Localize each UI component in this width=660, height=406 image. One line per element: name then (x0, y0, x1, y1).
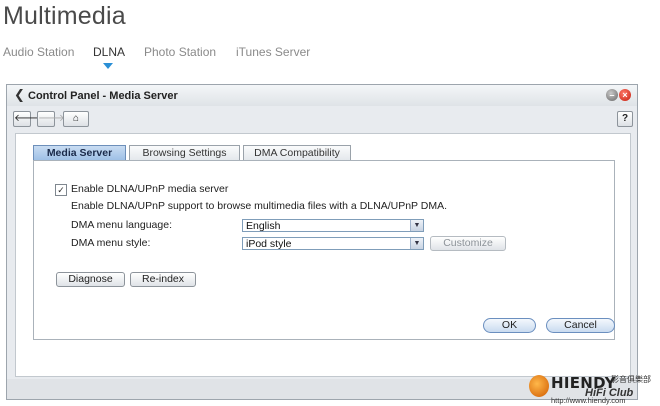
nav-audio-station[interactable]: Audio Station (3, 45, 74, 59)
tab-browsing-settings[interactable]: Browsing Settings (129, 145, 240, 160)
home-icon: ⌂ (72, 113, 80, 124)
chevron-left-icon[interactable]: ❮ (14, 87, 25, 103)
control-panel-window: ❮ Control Panel - Media Server – × 🡐 🡒 ⌂… (6, 84, 638, 400)
close-icon[interactable]: × (619, 89, 631, 101)
hiendy-logo-icon (529, 375, 549, 397)
dma-style-label: DMA menu style: (71, 237, 151, 249)
dlna-description: Enable DLNA/UPnP support to browse multi… (71, 200, 448, 212)
minimize-icon[interactable]: – (606, 89, 618, 101)
cancel-button[interactable]: Cancel (546, 318, 615, 333)
nav-active-caret-icon (103, 63, 113, 69)
dma-style-select[interactable]: iPod style ▼ (242, 237, 424, 250)
back-button[interactable]: 🡐 (13, 111, 41, 127)
home-button[interactable]: ⌂ (63, 111, 89, 127)
reindex-button[interactable]: Re-index (130, 272, 196, 287)
hiendy-watermark: HIENDY 影音俱樂部 HiFi Club http://www.hiendy… (529, 372, 657, 405)
nav-dlna[interactable]: DLNA (93, 45, 125, 59)
window-title: Control Panel - Media Server (28, 90, 178, 102)
dma-language-label: DMA menu language: (71, 219, 172, 231)
ok-button[interactable]: OK (483, 318, 536, 333)
dma-language-select[interactable]: English ▼ (242, 219, 424, 232)
enable-dlna-label: Enable DLNA/UPnP media server (71, 183, 229, 195)
nav-photo-station[interactable]: Photo Station (144, 45, 216, 59)
watermark-name-cn: 影音俱樂部 (611, 375, 651, 384)
enable-dlna-checkbox[interactable]: ✓ (55, 184, 67, 196)
media-server-tab-content: ✓ Enable DLNA/UPnP media server Enable D… (33, 160, 615, 340)
chevron-down-icon[interactable]: ▼ (410, 238, 423, 249)
arrow-right-icon: 🡒 (38, 113, 65, 124)
dma-language-value: English (246, 220, 281, 232)
dma-style-value: iPod style (246, 238, 292, 250)
chevron-down-icon[interactable]: ▼ (410, 220, 423, 231)
tab-media-server[interactable]: Media Server (33, 145, 126, 160)
forward-button[interactable]: 🡒 (37, 111, 65, 127)
settings-panel: Media Server Browsing Settings DMA Compa… (15, 133, 631, 377)
customize-button[interactable]: Customize (430, 236, 506, 251)
watermark-url: http://www.hiendy.com (551, 396, 626, 405)
window-titlebar[interactable]: ❮ Control Panel - Media Server – × (7, 85, 637, 106)
tab-dma-compatibility[interactable]: DMA Compatibility (243, 145, 351, 160)
help-icon: ? (621, 113, 629, 124)
diagnose-button[interactable]: Diagnose (56, 272, 125, 287)
page-title: Multimedia (3, 2, 126, 30)
nav-itunes-server[interactable]: iTunes Server (236, 45, 310, 59)
help-button[interactable]: ? (617, 111, 633, 127)
